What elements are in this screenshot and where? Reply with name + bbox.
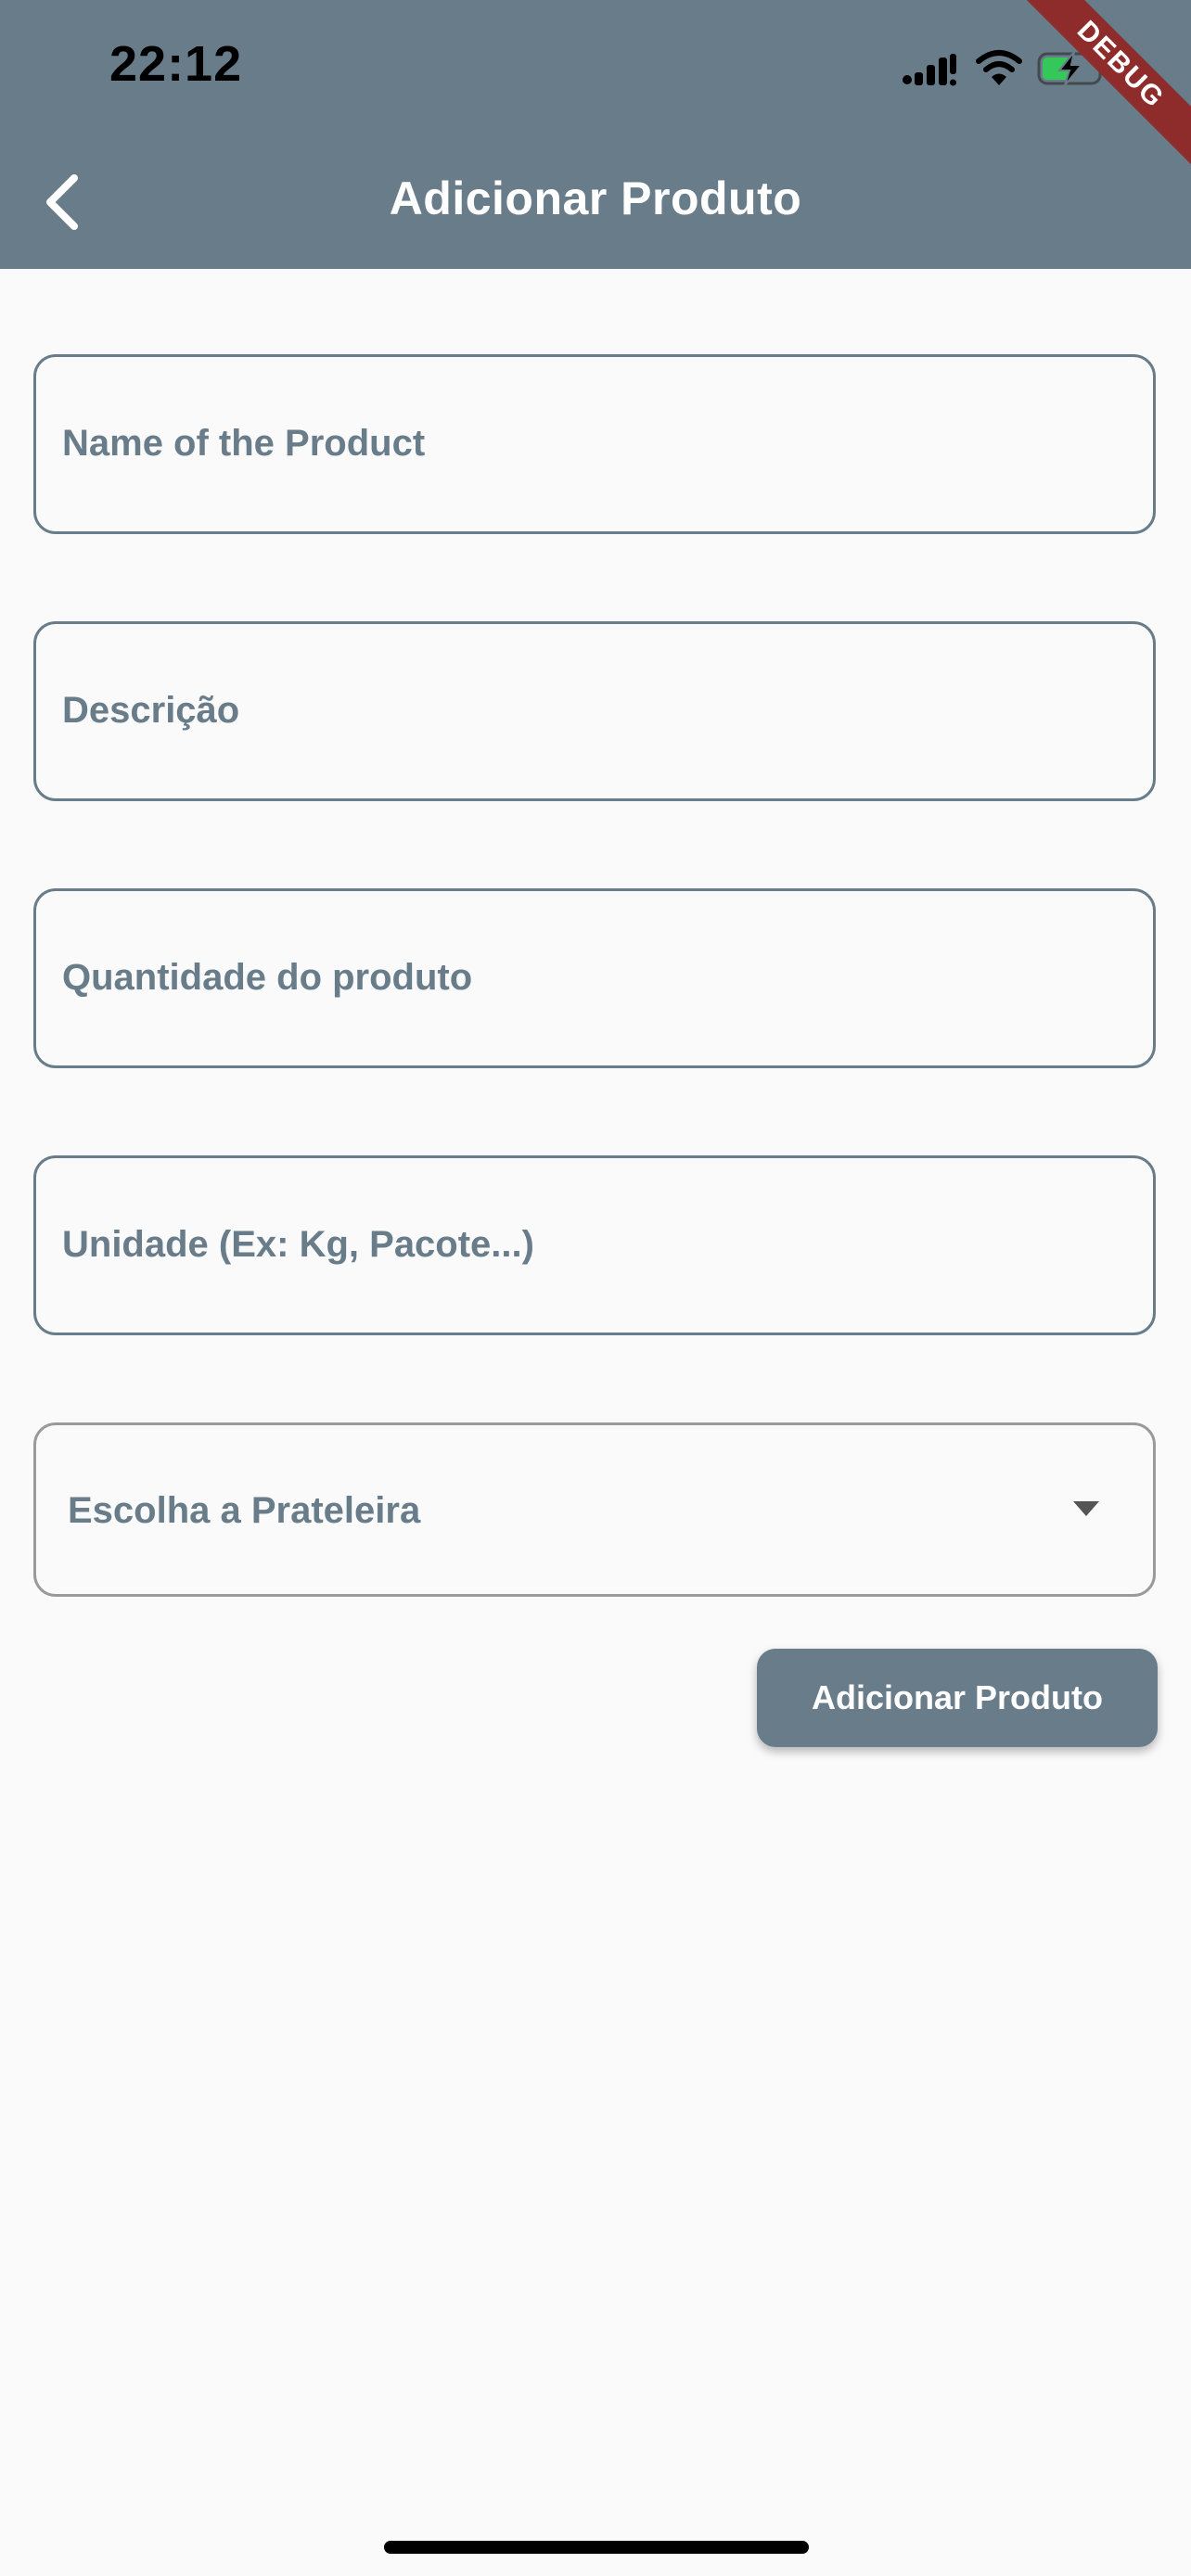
shelf-dropdown[interactable]: Escolha a Prateleira — [33, 1422, 1156, 1597]
signal-icon — [903, 54, 956, 86]
quantity-field[interactable] — [33, 888, 1156, 1068]
status-time: 22:12 — [109, 36, 243, 92]
description-input[interactable] — [60, 672, 1121, 748]
debug-banner-label: DEBUG — [1007, 0, 1191, 178]
unit-field[interactable] — [33, 1155, 1156, 1335]
unit-input[interactable] — [60, 1206, 1121, 1282]
product-name-input[interactable] — [60, 405, 1121, 481]
quantity-input[interactable] — [60, 939, 1121, 1015]
debug-banner: DEBUG — [1005, 0, 1191, 185]
home-indicator[interactable] — [384, 2541, 809, 2554]
page-title: Adicionar Produto — [389, 172, 802, 224]
app-bar: 22:12 DEBUG Adicionar Produto — [0, 0, 1191, 269]
caret-down-icon — [1073, 1501, 1099, 1516]
add-product-button[interactable]: Adicionar Produto — [757, 1649, 1158, 1747]
description-field[interactable] — [33, 621, 1156, 801]
shelf-dropdown-hint: Escolha a Prateleira — [68, 1490, 421, 1531]
product-name-field[interactable] — [33, 354, 1156, 534]
